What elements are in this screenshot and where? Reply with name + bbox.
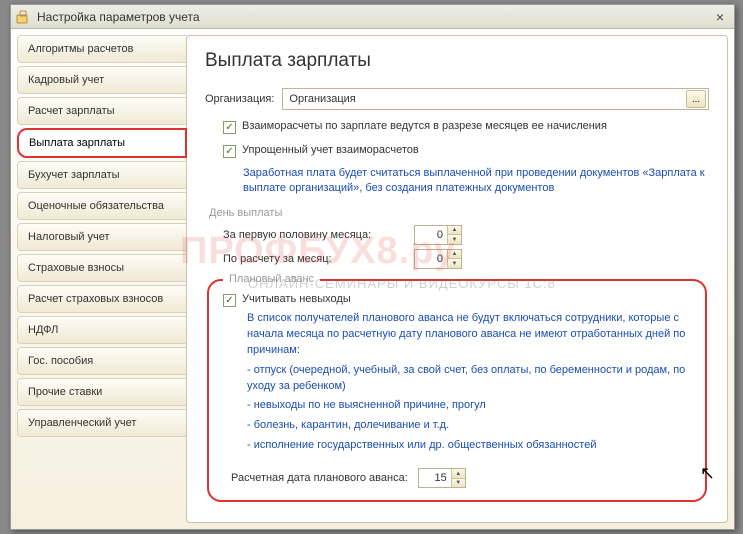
sidebar-item-salary-payment[interactable]: Выплата зарплаты (17, 128, 187, 158)
checkbox-monthly-settlements[interactable]: ✓ (223, 121, 236, 134)
sidebar-item-salary-accounting[interactable]: Бухучет зарплаты (17, 161, 187, 189)
advance-date-value[interactable]: 15 (419, 469, 451, 487)
advance-date-spinner[interactable]: 15 ▲ ▼ (418, 468, 466, 488)
sidebar: Алгоритмы расчетов Кадровый учет Расчет … (17, 35, 187, 523)
sidebar-item-personnel[interactable]: Кадровый учет (17, 66, 187, 94)
first-half-row: За первую половину месяца: 0 ▲ ▼ (223, 225, 709, 245)
sidebar-item-salary-calc[interactable]: Расчет зарплаты (17, 97, 187, 125)
first-half-label: За первую половину месяца: (223, 229, 408, 241)
content-panel: Выплата зарплаты Организация: Организаци… (186, 35, 728, 523)
advance-bullet-1: - невыходы по не выясненной причине, про… (247, 398, 693, 414)
titlebar: Настройка параметров учета × (11, 5, 734, 29)
checkbox1-label: Взаиморасчеты по зарплате ведутся в разр… (242, 120, 607, 132)
sidebar-item-insurance[interactable]: Страховые взносы (17, 254, 187, 282)
sidebar-item-ndfl[interactable]: НДФЛ (17, 316, 187, 344)
organization-select-button[interactable]: ... (686, 90, 706, 108)
spinner-down-icon[interactable]: ▼ (452, 479, 465, 488)
checkbox1-row: ✓ Взаиморасчеты по зарплате ведутся в ра… (223, 120, 709, 134)
sidebar-item-benefits[interactable]: Гос. пособия (17, 347, 187, 375)
sidebar-item-insurance-calc[interactable]: Расчет страховых взносов (17, 285, 187, 313)
advance-date-label: Расчетная дата планового аванса: (231, 472, 408, 484)
organization-field[interactable]: Организация ... (282, 88, 709, 110)
by-calc-spinner[interactable]: 0 ▲ ▼ (414, 249, 462, 269)
by-calc-label: По расчету за месяц: (223, 253, 408, 265)
checkbox-absences[interactable]: ✓ (223, 294, 236, 307)
spinner-up-icon[interactable]: ▲ (452, 469, 465, 479)
by-calc-value[interactable]: 0 (415, 250, 447, 268)
window-body: Алгоритмы расчетов Кадровый учет Расчет … (11, 29, 734, 529)
first-half-value[interactable]: 0 (415, 226, 447, 244)
sidebar-item-algorithms[interactable]: Алгоритмы расчетов (17, 35, 187, 63)
spinner-up-icon[interactable]: ▲ (448, 250, 461, 260)
app-icon (15, 9, 31, 25)
simplified-note: Заработная плата будет считаться выплаче… (243, 166, 709, 197)
window-title: Настройка параметров учета (37, 10, 710, 24)
by-calc-row: По расчету за месяц: 0 ▲ ▼ (223, 249, 709, 269)
organization-label: Организация: (205, 93, 274, 105)
checkbox-simplified[interactable]: ✓ (223, 145, 236, 158)
settings-window: Настройка параметров учета × Алгоритмы р… (10, 4, 735, 530)
payment-day-group-title: День выплаты (209, 207, 709, 219)
sidebar-item-estimates[interactable]: Оценочные обязательства (17, 192, 187, 220)
checkbox2-row: ✓ Упрощенный учет взаиморасчетов (223, 144, 709, 158)
spinner-up-icon[interactable]: ▲ (448, 226, 461, 236)
sidebar-item-tax[interactable]: Налоговый учет (17, 223, 187, 251)
checkbox3-row: ✓ Учитывать невыходы (223, 293, 693, 307)
organization-value: Организация (289, 93, 686, 105)
checkbox3-label: Учитывать невыходы (242, 293, 351, 305)
advance-bullet-3: - исполнение государственных или др. общ… (247, 438, 693, 454)
close-button[interactable]: × (710, 8, 730, 26)
sidebar-item-management[interactable]: Управленческий учет (17, 409, 187, 437)
advance-bullet-2: - болезнь, карантин, долечивание и т.д. (247, 418, 693, 434)
page-heading: Выплата зарплаты (205, 50, 709, 72)
first-half-spinner[interactable]: 0 ▲ ▼ (414, 225, 462, 245)
advance-bullet-0: - отпуск (очередной, учебный, за свой сч… (247, 363, 693, 395)
checkbox2-label: Упрощенный учет взаиморасчетов (242, 144, 419, 156)
planned-advance-title: Плановый аванс (223, 273, 320, 285)
advance-intro-text: В список получателей планового аванса не… (247, 311, 693, 359)
spinner-down-icon[interactable]: ▼ (448, 259, 461, 268)
sidebar-item-other-rates[interactable]: Прочие ставки (17, 378, 187, 406)
advance-date-row: Расчетная дата планового аванса: 15 ▲ ▼ (231, 468, 693, 488)
planned-advance-group: Плановый аванс ✓ Учитывать невыходы В сп… (207, 279, 707, 503)
spinner-down-icon[interactable]: ▼ (448, 235, 461, 244)
organization-row: Организация: Организация ... (205, 88, 709, 110)
